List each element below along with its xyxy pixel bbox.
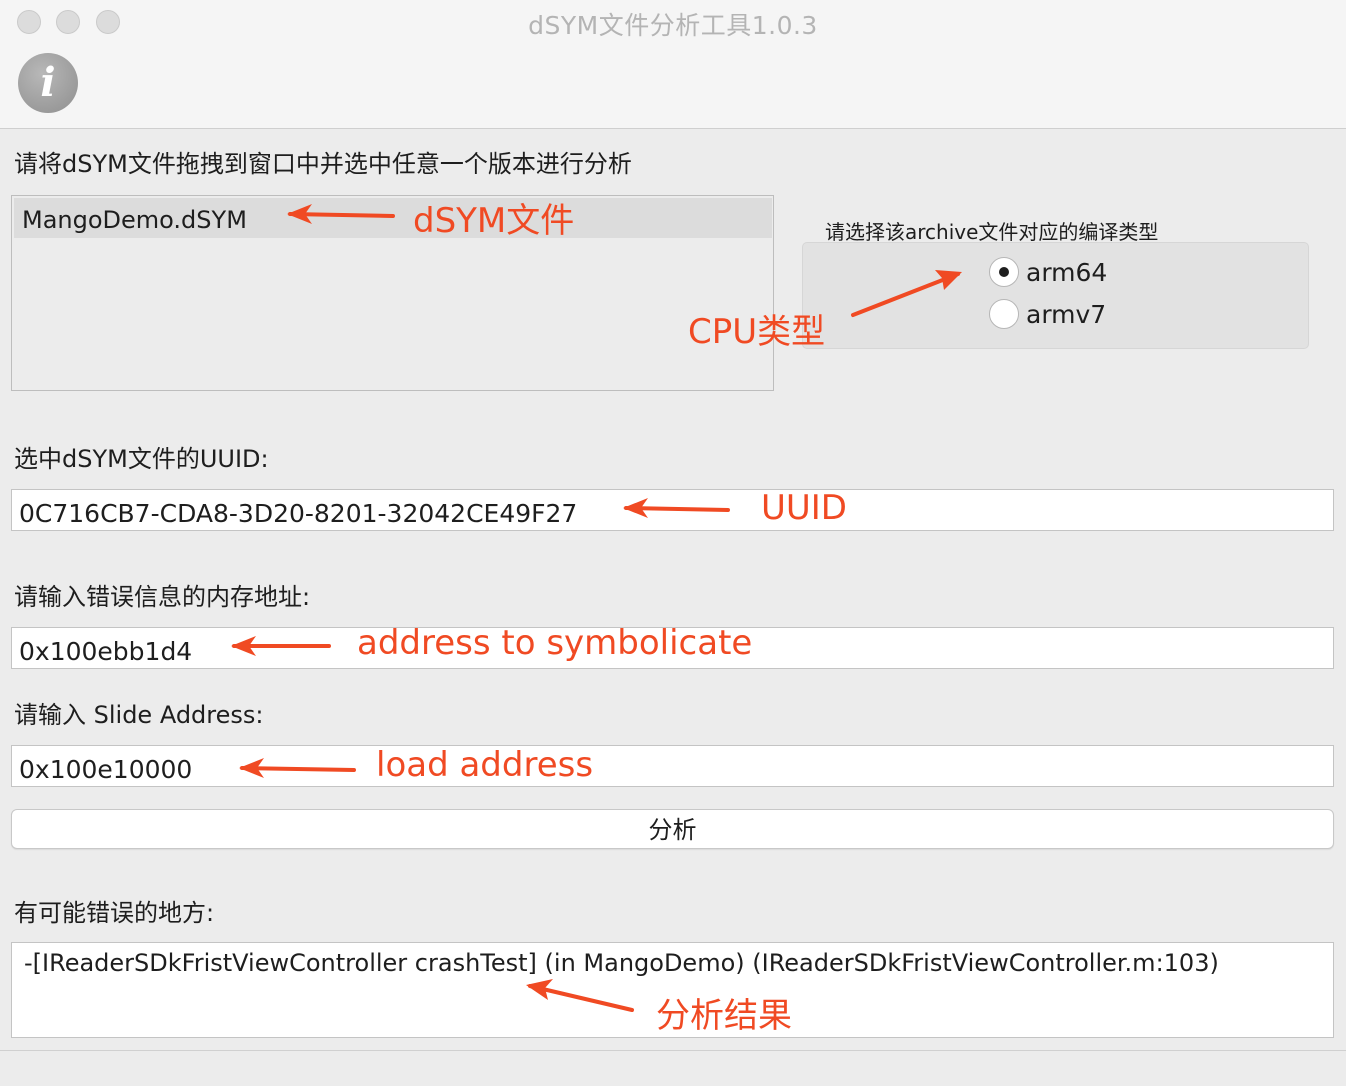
annotation-dsym: dSYM文件 bbox=[413, 201, 575, 241]
annotation-uuid: UUID bbox=[761, 488, 847, 528]
annotation-address: address to symbolicate bbox=[357, 623, 753, 663]
arrow-cpu bbox=[851, 272, 960, 317]
arrow-load bbox=[240, 766, 356, 772]
annotation-arrows bbox=[231, 204, 962, 1012]
annotation-result: 分析结果 bbox=[656, 996, 792, 1036]
annotation-cpu: CPU类型 bbox=[688, 312, 826, 352]
annotation-load: load address bbox=[376, 745, 594, 785]
